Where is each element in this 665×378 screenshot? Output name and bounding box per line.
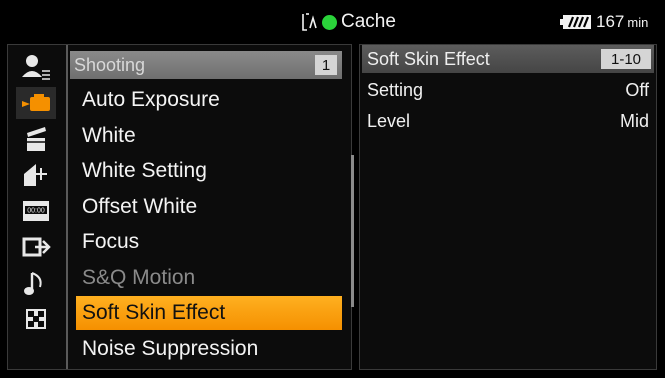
- detail-header: Soft Skin Effect 1-10: [362, 45, 654, 73]
- record-status-dot: [322, 14, 337, 30]
- status-bar: Cache 167 min: [0, 0, 665, 40]
- menu-category-column: 00:00: [8, 45, 68, 369]
- menu-item[interactable]: Focus: [76, 225, 342, 259]
- battery-unit: min: [627, 14, 649, 30]
- output-icon[interactable]: [16, 231, 56, 263]
- camera-icon[interactable]: [16, 87, 56, 119]
- setting-value: Off: [625, 79, 649, 100]
- tc-edit-icon[interactable]: [16, 159, 56, 191]
- shooting-menu-list: Shooting 1 Auto Exposure White White Setti…: [70, 45, 354, 369]
- menu-item[interactable]: Auto Exposure: [76, 83, 342, 117]
- menu-title: Shooting: [74, 54, 146, 75]
- camera-menu-screen: Cache 167 min 00:00 Shooting 1 Auto Expo…: [0, 0, 665, 378]
- battery-icon: [560, 14, 592, 30]
- menu-item[interactable]: S&Q Motion: [76, 261, 342, 295]
- range-badge: 1-10: [601, 49, 651, 69]
- setting-value: Mid: [619, 110, 649, 131]
- setting-label: Level: [367, 110, 411, 131]
- menu-scrollbar[interactable]: [351, 155, 354, 307]
- detail-title: Soft Skin Effect: [367, 48, 490, 69]
- menu-header: Shooting 1: [70, 51, 342, 79]
- audio-note-icon[interactable]: [16, 267, 56, 299]
- menu-panel: 00:00 Shooting 1 Auto Exposure White Whi…: [7, 44, 354, 370]
- clapperboard-icon[interactable]: [16, 123, 56, 155]
- menu-item[interactable]: Soft Skin Effect: [76, 296, 342, 330]
- battery-minutes: 167: [596, 12, 625, 31]
- setting-row[interactable]: Level Mid: [367, 108, 649, 134]
- setting-label: Setting: [367, 79, 424, 100]
- media-label: Cache: [341, 11, 396, 32]
- media-slot-icon: [300, 12, 320, 32]
- svg-text:00:00: 00:00: [27, 208, 45, 215]
- menu-item[interactable]: Offset White: [76, 190, 342, 224]
- user-menu-icon[interactable]: [16, 51, 56, 83]
- menu-item[interactable]: White: [76, 119, 342, 153]
- menu-item[interactable]: White Setting: [76, 154, 342, 188]
- detail-panel: Soft Skin Effect 1-10 Setting Off Level Mid: [359, 44, 657, 370]
- menu-item[interactable]: Noise Suppression: [76, 332, 342, 366]
- media-status: Cache: [300, 10, 396, 34]
- battery-status: 167 min: [560, 12, 648, 32]
- menu-page-number: 1: [315, 55, 337, 75]
- timecode-icon[interactable]: 00:00: [16, 195, 56, 227]
- setting-row[interactable]: Setting Off: [367, 77, 649, 103]
- system-grid-icon[interactable]: [16, 303, 56, 335]
